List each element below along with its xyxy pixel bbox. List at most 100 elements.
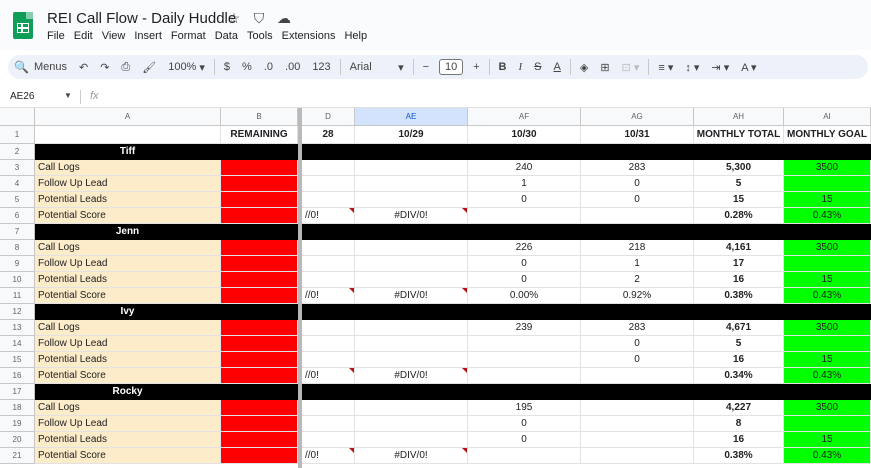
- data-cell[interactable]: [581, 208, 694, 224]
- data-cell[interactable]: 0.34%: [694, 368, 784, 384]
- menu-data[interactable]: Data: [215, 30, 238, 42]
- data-cell[interactable]: 15: [784, 272, 871, 288]
- section-bar-cell[interactable]: [468, 144, 581, 160]
- data-cell[interactable]: 17: [694, 256, 784, 272]
- data-cell[interactable]: [355, 320, 468, 336]
- data-cell[interactable]: 0: [468, 256, 581, 272]
- row-header-8[interactable]: 8: [0, 240, 35, 256]
- row-header-15[interactable]: 15: [0, 352, 35, 368]
- remaining-cell[interactable]: [221, 240, 298, 256]
- data-cell[interactable]: [581, 400, 694, 416]
- italic-button[interactable]: I: [513, 55, 529, 79]
- currency-button[interactable]: $: [218, 55, 236, 79]
- data-cell[interactable]: //0!: [302, 448, 355, 464]
- data-cell[interactable]: [581, 432, 694, 448]
- row-header-1[interactable]: 1: [0, 126, 35, 144]
- move-to-drive-icon[interactable]: ⛉: [251, 10, 267, 27]
- data-cell[interactable]: [355, 272, 468, 288]
- column-header-af[interactable]: AF: [468, 108, 581, 126]
- metric-label-cell[interactable]: Potential Score: [35, 448, 221, 464]
- remaining-cell[interactable]: [221, 320, 298, 336]
- remaining-cell[interactable]: [221, 256, 298, 272]
- column-header-ah[interactable]: AH: [694, 108, 784, 126]
- data-cell[interactable]: 4,671: [694, 320, 784, 336]
- undo-icon[interactable]: ↶: [73, 55, 94, 79]
- data-cell[interactable]: 218: [581, 240, 694, 256]
- row-header-18[interactable]: 18: [0, 400, 35, 416]
- section-bar-cell[interactable]: [694, 304, 784, 320]
- vertical-align-icon[interactable]: ↕ ▾: [679, 55, 705, 79]
- font-size-increase[interactable]: +: [467, 55, 485, 79]
- star-icon[interactable]: ☆: [226, 10, 242, 27]
- data-cell[interactable]: //0!: [302, 288, 355, 304]
- row-header-5[interactable]: 5: [0, 192, 35, 208]
- data-cell[interactable]: [355, 336, 468, 352]
- column-header-ad[interactable]: D: [302, 108, 355, 126]
- data-cell[interactable]: 0.00%: [468, 288, 581, 304]
- header-cell[interactable]: 10/30: [468, 126, 581, 144]
- data-cell[interactable]: 283: [581, 160, 694, 176]
- metric-label-cell[interactable]: Follow Up Lead: [35, 176, 221, 192]
- metric-label-cell[interactable]: Follow Up Lead: [35, 416, 221, 432]
- print-icon[interactable]: ⎙: [115, 55, 136, 79]
- metric-label-cell[interactable]: Call Logs: [35, 320, 221, 336]
- text-rotation-icon[interactable]: A ▾: [735, 55, 762, 79]
- zoom-select[interactable]: 100% ▾: [162, 55, 211, 79]
- section-name-cell[interactable]: Ivy: [35, 304, 221, 320]
- data-cell[interactable]: 0: [581, 352, 694, 368]
- data-cell[interactable]: [581, 368, 694, 384]
- data-cell[interactable]: [355, 192, 468, 208]
- data-cell[interactable]: //0!: [302, 368, 355, 384]
- data-cell[interactable]: [302, 416, 355, 432]
- increase-decimal-button[interactable]: .00: [279, 55, 306, 79]
- data-cell[interactable]: [355, 240, 468, 256]
- metric-label-cell[interactable]: Potential Score: [35, 288, 221, 304]
- column-header-ae[interactable]: AE: [355, 108, 468, 126]
- data-cell[interactable]: [468, 208, 581, 224]
- menu-edit[interactable]: Edit: [74, 30, 93, 42]
- section-name-cell[interactable]: Jenn: [35, 224, 221, 240]
- data-cell[interactable]: 5,300: [694, 160, 784, 176]
- data-cell[interactable]: #DIV/0!: [355, 368, 468, 384]
- metric-label-cell[interactable]: Potential Score: [35, 368, 221, 384]
- data-cell[interactable]: [302, 320, 355, 336]
- frozen-column-divider[interactable]: [298, 108, 302, 468]
- header-cell[interactable]: MONTHLY GOAL: [784, 126, 871, 144]
- row-header-6[interactable]: 6: [0, 208, 35, 224]
- data-cell[interactable]: [355, 160, 468, 176]
- data-cell[interactable]: 195: [468, 400, 581, 416]
- row-header-11[interactable]: 11: [0, 288, 35, 304]
- section-bar-cell[interactable]: [784, 304, 871, 320]
- data-cell[interactable]: 0.43%: [784, 208, 871, 224]
- remaining-cell[interactable]: [221, 448, 298, 464]
- bold-button[interactable]: B: [493, 55, 513, 79]
- data-cell[interactable]: [468, 336, 581, 352]
- remaining-cell[interactable]: [221, 192, 298, 208]
- section-bar-cell[interactable]: [468, 224, 581, 240]
- data-cell[interactable]: [302, 336, 355, 352]
- data-cell[interactable]: 16: [694, 432, 784, 448]
- data-cell[interactable]: 16: [694, 352, 784, 368]
- section-bar-cell[interactable]: [302, 144, 355, 160]
- remaining-cell[interactable]: [221, 176, 298, 192]
- data-cell[interactable]: 3500: [784, 160, 871, 176]
- section-bar-cell[interactable]: [581, 144, 694, 160]
- menu-extensions[interactable]: Extensions: [282, 30, 336, 42]
- data-cell[interactable]: //0!: [302, 208, 355, 224]
- metric-label-cell[interactable]: Potential Leads: [35, 192, 221, 208]
- data-cell[interactable]: 15: [694, 192, 784, 208]
- header-cell[interactable]: MONTHLY TOTAL: [694, 126, 784, 144]
- data-cell[interactable]: [355, 256, 468, 272]
- data-cell[interactable]: [302, 272, 355, 288]
- data-cell[interactable]: [302, 240, 355, 256]
- font-size-decrease[interactable]: −: [417, 55, 435, 79]
- data-cell[interactable]: 15: [784, 192, 871, 208]
- data-cell[interactable]: 239: [468, 320, 581, 336]
- remaining-cell[interactable]: [221, 368, 298, 384]
- section-bar-cell[interactable]: [581, 224, 694, 240]
- metric-label-cell[interactable]: Follow Up Lead: [35, 256, 221, 272]
- section-bar-cell[interactable]: [221, 144, 298, 160]
- data-cell[interactable]: #DIV/0!: [355, 288, 468, 304]
- metric-label-cell[interactable]: Call Logs: [35, 240, 221, 256]
- data-cell[interactable]: 0: [468, 432, 581, 448]
